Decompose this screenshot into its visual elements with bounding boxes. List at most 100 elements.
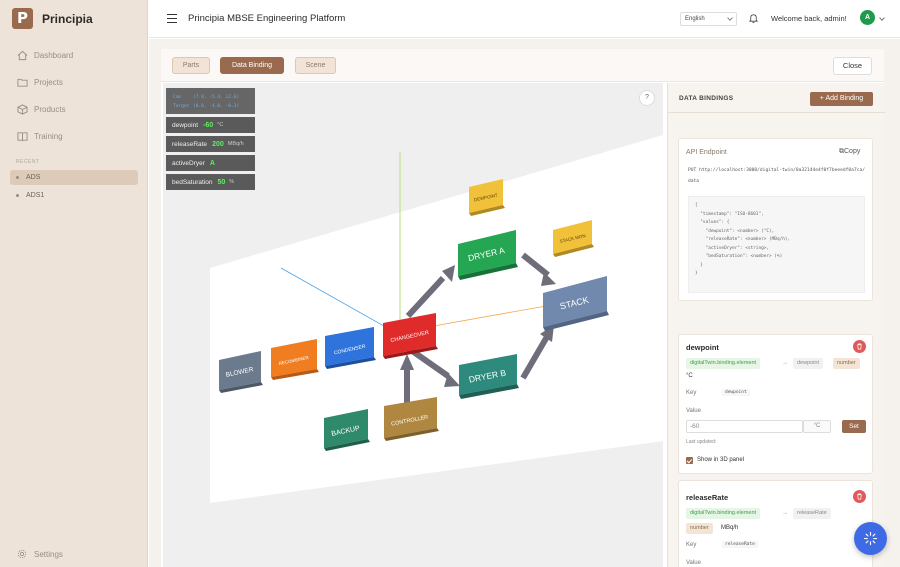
tab-data-binding[interactable]: Data Binding [220, 57, 284, 74]
value-unit: °C [803, 420, 831, 433]
assistant-fab[interactable] [854, 522, 887, 555]
show-in-3d-label: Show in 3D panel [697, 457, 745, 463]
sidebar: P Principia Dashboard Projects Products … [0, 0, 148, 567]
binding-arrow: → [782, 360, 788, 366]
binding-title: releaseRate [686, 493, 729, 502]
main-area: Parts Data Binding Scene Close BLOWER RE… [149, 39, 900, 567]
recent-item-ads1[interactable]: ADS1 [10, 188, 138, 203]
editor-toolbar: Parts Data Binding Scene Close [161, 49, 884, 82]
hud-row-release-rate: releaseRate 200 MBq/h [166, 136, 255, 152]
data-bindings-panel: DATA BINDINGS + Add Binding API Endpoint… [667, 83, 885, 567]
folder-icon [17, 78, 28, 87]
api-payload-code: { "timestamp": "ISO-8601", "values": { "… [695, 203, 791, 276]
home-icon [17, 50, 28, 61]
app-logo[interactable]: P Principia [12, 8, 93, 29]
hud-value: 50 [217, 178, 226, 186]
book-icon [17, 132, 28, 142]
recent-item-label: ADS1 [26, 192, 45, 199]
3d-viewport[interactable]: BLOWER RECOMBINER CONDENSER CHANGEOVER D… [163, 83, 663, 567]
binding-unit: MBq/h [721, 525, 739, 531]
tab-parts[interactable]: Parts [172, 57, 210, 74]
cam-value: (7.0, -5.4, 12.6) [193, 95, 240, 100]
key-label: Key [686, 390, 697, 396]
binding-key: dewpoint [722, 389, 750, 396]
hud-value: 200 [212, 140, 224, 148]
page-title: Principia MBSE Engineering Platform [188, 13, 346, 24]
welcome-text: Welcome back, admin! [771, 14, 847, 23]
recent-item-label: ADS [26, 174, 41, 181]
sidebar-item-label: Dashboard [34, 51, 74, 60]
api-endpoint-card: API Endpoint ⧉Copy PUT http://localhost:… [678, 138, 873, 301]
trash-icon [857, 493, 862, 500]
sidebar-item-label: Training [34, 132, 63, 141]
sidebar-item-dashboard[interactable]: Dashboard [17, 50, 73, 61]
sidebar-item-projects[interactable]: Projects [17, 77, 63, 88]
copy-label: Copy [844, 148, 861, 155]
logo-mark: P [12, 8, 33, 29]
sparkle-icon [863, 531, 878, 546]
hud-unit: °C [217, 122, 224, 128]
sidebar-item-label: Projects [34, 78, 63, 87]
set-value-button[interactable]: Set [842, 420, 866, 433]
language-select[interactable]: English [680, 12, 737, 26]
binding-type: number [833, 358, 860, 369]
api-url: PUT http://localhost:3000/digital-twin/0… [688, 168, 866, 184]
binding-card-dewpoint: dewpoint digitalTwin.binding.element → d… [678, 334, 873, 474]
key-label: Key [686, 542, 697, 548]
chevron-down-icon[interactable] [879, 15, 885, 21]
binding-unit: °C [686, 373, 693, 379]
app-name: Principia [42, 11, 93, 26]
add-binding-button[interactable]: + Add Binding [810, 92, 873, 106]
api-endpoint-label: API Endpoint [686, 149, 727, 156]
hud-label: releaseRate [172, 140, 208, 148]
chevron-down-icon [727, 15, 733, 21]
gear-icon [17, 549, 27, 559]
avatar[interactable]: A [860, 10, 875, 25]
ground-plane [210, 135, 663, 503]
value-label: Value [686, 560, 701, 566]
api-payload-example: { "timestamp": "ISO-8601", "values": { "… [688, 196, 865, 293]
sidebar-item-settings[interactable]: Settings [17, 549, 63, 559]
sidebar-item-training[interactable]: Training [17, 131, 63, 142]
hud-label: bedSaturation [172, 178, 213, 186]
bullet-icon [16, 194, 19, 197]
value-input[interactable]: -60 [686, 420, 803, 433]
hud-label: dewpoint [172, 121, 199, 129]
value-label: Value [686, 408, 701, 414]
sidebar-item-products[interactable]: Products [17, 104, 66, 115]
copy-button[interactable]: ⧉Copy [839, 148, 860, 156]
close-button[interactable]: Close [833, 57, 872, 75]
hud-row-dewpoint: dewpoint -60 °C [166, 117, 255, 133]
binding-source: digitalTwin.binding.element [686, 358, 761, 369]
bell-icon[interactable] [748, 12, 759, 24]
editor-panel: Parts Data Binding Scene Close BLOWER RE… [161, 49, 885, 567]
binding-arrow: → [782, 510, 788, 516]
help-button[interactable]: ? [639, 90, 655, 106]
sidebar-item-label: Settings [34, 549, 63, 559]
last-updated-text: Last updated: [686, 439, 717, 445]
tab-scene[interactable]: Scene [295, 57, 336, 74]
recent-item-ads[interactable]: ADS [10, 170, 138, 185]
binding-source: digitalTwin.binding.element [686, 508, 761, 519]
trash-icon [857, 343, 862, 350]
hud-unit: % [229, 179, 235, 185]
hud-value: A [209, 159, 215, 167]
viewport-hud: Cam (7.0, -5.4, 12.6) Target (0.0, -4.0, -… [166, 88, 255, 190]
hud-row-active-dryer: activeDryer A [166, 155, 255, 171]
menu-icon[interactable] [167, 14, 177, 23]
binding-type: number [686, 523, 713, 534]
cube-icon [17, 104, 28, 115]
binding-target: dewpoint [793, 358, 824, 369]
recent-heading: RECENT [16, 159, 40, 165]
binding-card-release-rate: releaseRate digitalTwin.binding.element … [678, 480, 873, 567]
delete-binding-button[interactable] [853, 490, 866, 503]
hud-value: -60 [203, 121, 214, 129]
binding-key: releaseRate [722, 541, 758, 548]
show-in-3d-checkbox[interactable] [686, 457, 693, 464]
delete-binding-button[interactable] [853, 340, 866, 353]
cam-label: Cam [173, 95, 182, 100]
hud-row-bed-saturation: bedSaturation 50 % [166, 174, 255, 190]
target-label: Target [173, 104, 190, 109]
target-value: (0.0, -4.0, -0.3) [193, 104, 240, 109]
divider [668, 112, 885, 113]
